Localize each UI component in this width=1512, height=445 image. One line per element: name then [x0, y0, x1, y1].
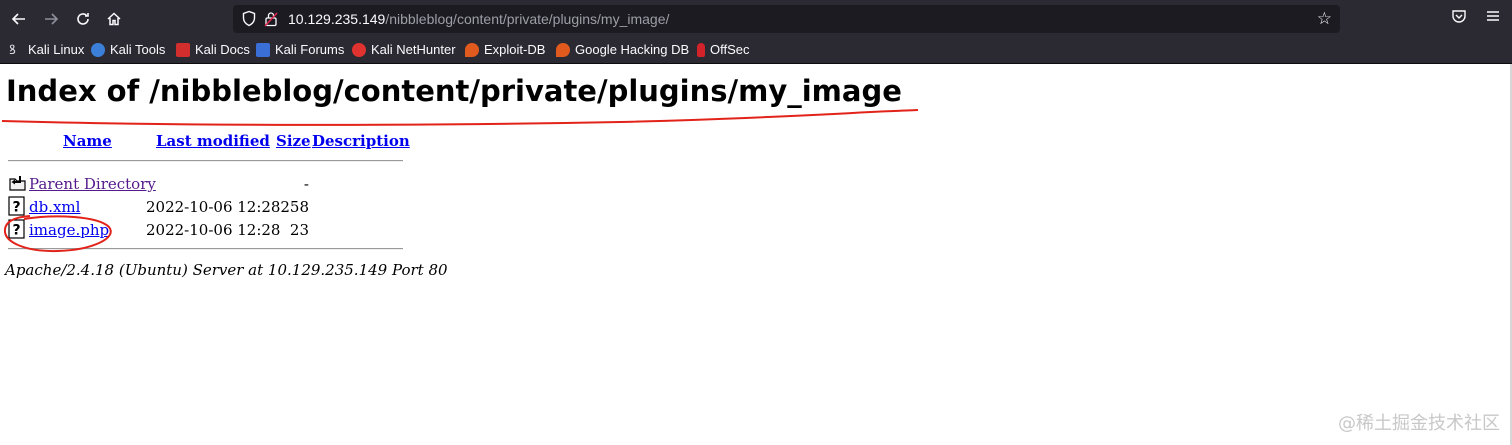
bookmark-star-icon[interactable]: ☆ [1317, 9, 1332, 29]
back-folder-icon [9, 176, 26, 191]
row-size: 258 [280, 198, 309, 216]
unknown-file-icon: ? [8, 196, 25, 216]
column-header-name[interactable]: Name [63, 132, 112, 150]
bookmark-label: Kali Forums [275, 42, 345, 57]
forward-button[interactable] [39, 7, 63, 31]
arrow-right-icon [45, 13, 59, 25]
page-title: Index of /nibbleblog/content/private/plu… [6, 74, 902, 108]
bookmark-label: Kali Linux [28, 42, 85, 57]
column-header-size[interactable]: Size [276, 132, 311, 150]
red-annotation-markup [1, 109, 919, 253]
bookmark-label: OffSec [710, 42, 750, 57]
file-link-db-xml[interactable]: db.xml [29, 198, 80, 216]
browser-toolbar: 10.129.235.149/nibbleblog/content/privat… [0, 0, 1512, 38]
divider [8, 248, 403, 250]
watermark-text: @稀土掘金技术社区 [1338, 413, 1500, 434]
nethunter-icon [352, 42, 366, 57]
exploit-db-icon [465, 42, 479, 57]
insecure-lock-icon[interactable] [264, 11, 278, 27]
server-signature: Apache/2.4.18 (Ubuntu) Server at 10.129.… [5, 261, 448, 279]
parent-directory-link[interactable]: Parent Directory [29, 175, 156, 193]
bookmark-google-hacking-db[interactable]: Google Hacking DB [556, 42, 689, 57]
back-button[interactable] [7, 7, 31, 31]
heading-underline-annotation [1, 109, 919, 126]
bookmark-exploit-db[interactable]: Exploit-DB [465, 42, 545, 57]
kali-dragon-icon: ꝸ [9, 42, 23, 57]
ghdb-icon [556, 42, 570, 57]
row-last-modified: 2022-10-06 12:28 [146, 221, 281, 239]
shield-icon[interactable] [241, 10, 257, 27]
bookmark-kali-tools[interactable]: Kali Tools [91, 42, 165, 57]
kali-tools-icon [91, 42, 105, 57]
kali-forums-icon [256, 42, 270, 57]
column-header-last-modified[interactable]: Last modified [156, 132, 270, 150]
svg-text:?: ? [12, 223, 20, 239]
menu-icon[interactable] [1485, 8, 1501, 24]
file-link-image-php[interactable]: image.php [29, 221, 109, 239]
bookmark-offsec[interactable]: OffSec [697, 42, 750, 57]
url-path: /nibbleblog/content/private/plugins/my_i… [385, 11, 670, 27]
url-text[interactable]: 10.129.235.149/nibbleblog/content/privat… [288, 11, 669, 27]
bookmark-label: Kali Tools [110, 42, 166, 57]
offsec-icon [697, 42, 705, 57]
arrow-left-icon [11, 13, 25, 25]
svg-text:?: ? [12, 200, 20, 216]
kali-docs-icon [176, 42, 190, 57]
url-host: 10.129.235.149 [288, 11, 386, 27]
address-bar[interactable]: 10.129.235.149/nibbleblog/content/privat… [233, 5, 1340, 33]
bookmark-label: Exploit-DB [484, 42, 546, 57]
home-button[interactable] [102, 7, 126, 31]
bookmark-label: Kali NetHunter [371, 42, 456, 57]
divider [8, 160, 403, 162]
bookmark-label: Kali Docs [195, 42, 250, 57]
row-size: - [303, 175, 309, 193]
bookmarks-toolbar: ꝸ Kali Linux Kali Tools Kali Docs Kali F… [0, 38, 1512, 64]
bookmark-kali-linux[interactable]: ꝸ Kali Linux [9, 42, 84, 57]
reload-icon [77, 13, 89, 25]
bookmark-label: Google Hacking DB [575, 42, 690, 57]
pocket-icon[interactable] [1451, 8, 1467, 24]
home-icon [107, 12, 121, 26]
row-last-modified: 2022-10-06 12:28 [146, 198, 281, 216]
row-size: 23 [289, 221, 309, 239]
bookmark-kali-forums[interactable]: Kali Forums [256, 42, 344, 57]
bookmark-kali-docs[interactable]: Kali Docs [176, 42, 250, 57]
reload-button[interactable] [71, 7, 95, 31]
page-content: Index of /nibbleblog/content/private/plu… [0, 64, 1512, 445]
unknown-file-icon: ? [8, 219, 25, 239]
bookmark-kali-nethunter[interactable]: Kali NetHunter [352, 42, 456, 57]
column-header-description[interactable]: Description [312, 132, 410, 150]
